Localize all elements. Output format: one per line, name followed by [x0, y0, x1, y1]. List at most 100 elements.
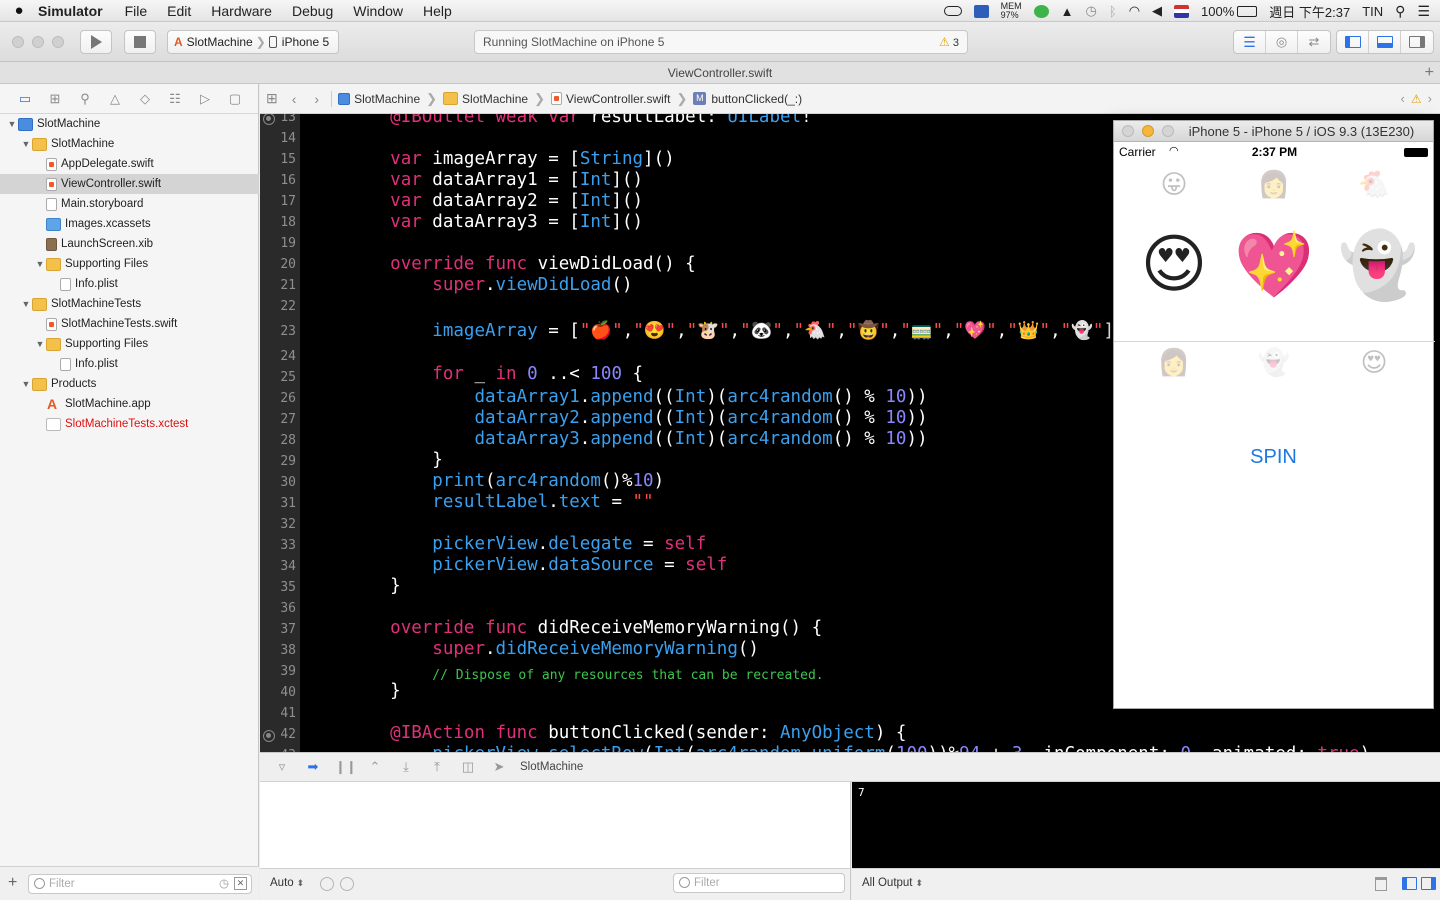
- new-tab-button[interactable]: +: [1425, 62, 1434, 84]
- volume-icon[interactable]: ◀: [1152, 3, 1162, 19]
- line-icon[interactable]: [1033, 4, 1049, 18]
- variables-view[interactable]: [260, 782, 851, 868]
- next-issue-icon[interactable]: ›: [1428, 91, 1432, 106]
- issue-navigator-icon[interactable]: △: [100, 91, 130, 107]
- picker-row-emoji[interactable]: 👩: [1136, 348, 1212, 378]
- toggle-navigator-button[interactable]: [1337, 31, 1369, 53]
- breadcrumb-file[interactable]: ViewController.swift: [550, 92, 670, 106]
- assistant-editor-button[interactable]: ◎: [1266, 31, 1298, 53]
- version-editor-button[interactable]: ⇄: [1298, 31, 1330, 53]
- tree-item[interactable]: ▼ SlotMachine: [0, 114, 259, 134]
- bluetooth-icon[interactable]: ᛒ: [1109, 4, 1117, 19]
- time-machine-icon[interactable]: ◷: [1086, 3, 1097, 19]
- picker-row-emoji[interactable]: 👻: [1236, 348, 1312, 378]
- show-console-pane-icon[interactable]: [1421, 877, 1436, 890]
- breadcrumb-group[interactable]: SlotMachine: [443, 92, 528, 106]
- menu-app-name[interactable]: Simulator: [38, 3, 103, 19]
- picker-selected-emoji[interactable]: 😍: [1124, 228, 1224, 302]
- dictionary-icon[interactable]: [973, 4, 989, 18]
- view-debugger-icon[interactable]: ◫: [459, 759, 477, 775]
- tree-item[interactable]: Info.plist: [0, 354, 259, 374]
- tree-item[interactable]: ▼ Supporting Files: [0, 334, 259, 354]
- disclosure-triangle-icon[interactable]: ▼: [34, 259, 46, 269]
- breakpoint-navigator-icon[interactable]: ▷: [190, 91, 220, 107]
- step-over-icon[interactable]: ⌃: [366, 759, 384, 775]
- disclosure-triangle-icon[interactable]: ▼: [20, 299, 32, 309]
- picker-row-emoji[interactable]: 👩: [1236, 170, 1312, 200]
- toggle-utilities-button[interactable]: [1401, 31, 1433, 53]
- forward-arrow-icon[interactable]: ›: [314, 91, 319, 107]
- memory-indicator[interactable]: MEM 97%: [1001, 2, 1022, 20]
- variables-scope-popup[interactable]: Auto ⬍: [270, 877, 304, 889]
- quick-look-eye-icon[interactable]: [320, 877, 334, 891]
- tree-item[interactable]: Images.xcassets: [0, 214, 259, 234]
- menu-file[interactable]: File: [125, 3, 148, 19]
- clear-console-trash-icon[interactable]: [1375, 877, 1387, 891]
- apple-menu-icon[interactable]: ●: [0, 2, 38, 19]
- tree-item[interactable]: ▼ SlotMachineTests: [0, 294, 259, 314]
- step-out-icon[interactable]: ⤒: [428, 759, 446, 775]
- tree-item[interactable]: ViewController.swift: [0, 174, 259, 194]
- standard-editor-button[interactable]: ☰: [1234, 31, 1266, 53]
- toggle-debug-area-button[interactable]: [1369, 31, 1401, 53]
- tree-item[interactable]: Main.storyboard: [0, 194, 259, 214]
- simulator-minimize-button[interactable]: [1142, 125, 1154, 137]
- menu-help[interactable]: Help: [423, 3, 452, 19]
- warning-indicator[interactable]: ⚠ 3: [939, 35, 959, 49]
- scheme-selector[interactable]: A SlotMachine ❯ iPhone 5: [167, 30, 339, 54]
- spotlight-search-icon[interactable]: ⚲: [1395, 3, 1405, 20]
- tree-item[interactable]: ▼ Supporting Files: [0, 254, 259, 274]
- menu-edit[interactable]: Edit: [167, 3, 191, 19]
- related-items-icon[interactable]: ⊞: [266, 90, 278, 107]
- iphone-screen[interactable]: Carrier ◠ 2:37 PM 😛 👩 🐔 😍 💖 👻 👩 👻 😍 SPIN: [1114, 142, 1435, 708]
- navigator-filter-input[interactable]: Filter ◷ ✕: [28, 874, 252, 894]
- tree-item[interactable]: ▼ Products: [0, 374, 259, 394]
- run-button[interactable]: [80, 30, 112, 54]
- disclosure-triangle-icon[interactable]: ▼: [34, 339, 46, 349]
- show-variables-pane-icon[interactable]: [1402, 877, 1417, 890]
- picker-row-emoji[interactable]: 🐔: [1336, 170, 1412, 200]
- breadcrumb-project[interactable]: SlotMachine: [338, 92, 420, 106]
- menu-clock[interactable]: 週日 下午2:37: [1269, 2, 1350, 21]
- symbol-navigator-icon[interactable]: ⊞: [40, 91, 70, 107]
- variables-filter-input[interactable]: Filter: [673, 873, 845, 893]
- disclosure-triangle-icon[interactable]: ▼: [6, 119, 18, 129]
- picker-selected-emoji[interactable]: 💖: [1224, 228, 1324, 303]
- debug-navigator-icon[interactable]: ☷: [160, 91, 190, 107]
- recent-files-clock-icon[interactable]: ◷: [219, 875, 229, 893]
- tree-item[interactable]: SlotMachineTests.xctest: [0, 414, 259, 434]
- console-output-popup[interactable]: All Output ⬍: [862, 877, 923, 889]
- stop-button[interactable]: [124, 30, 156, 54]
- info-icon[interactable]: [340, 877, 354, 891]
- hide-debug-area-icon[interactable]: ▿: [273, 759, 291, 775]
- window-close-button[interactable]: [12, 36, 24, 48]
- pause-icon[interactable]: ❙❙: [335, 759, 357, 775]
- console-output[interactable]: 7: [852, 782, 1440, 868]
- window-zoom-button[interactable]: [52, 36, 64, 48]
- battery-icon[interactable]: [1237, 5, 1258, 17]
- menu-debug[interactable]: Debug: [292, 3, 333, 19]
- battery-percent[interactable]: 100%: [1201, 4, 1234, 19]
- tree-item[interactable]: SlotMachineTests.swift: [0, 314, 259, 334]
- activity-viewer[interactable]: Running SlotMachine on iPhone 5 ⚠ 3: [474, 30, 968, 54]
- tree-item[interactable]: Info.plist: [0, 274, 259, 294]
- picker-row-emoji[interactable]: 😛: [1136, 170, 1212, 200]
- tree-item[interactable]: LaunchScreen.xib: [0, 234, 259, 254]
- back-arrow-icon[interactable]: ‹: [292, 91, 297, 107]
- breakpoints-toggle-icon[interactable]: ➡: [304, 759, 322, 775]
- warning-icon[interactable]: ⚠: [1411, 92, 1422, 106]
- input-source-flag-icon[interactable]: [1174, 4, 1190, 18]
- outlet-connection-icon[interactable]: [263, 730, 275, 742]
- menu-hardware[interactable]: Hardware: [211, 3, 272, 19]
- notification-icon[interactable]: ▲: [1061, 4, 1074, 19]
- step-into-icon[interactable]: ⤓: [397, 759, 415, 775]
- disclosure-triangle-icon[interactable]: ▼: [20, 139, 32, 149]
- test-navigator-icon[interactable]: ◇: [130, 91, 160, 107]
- source-control-filter-icon[interactable]: ✕: [234, 877, 247, 890]
- window-minimize-button[interactable]: [32, 36, 44, 48]
- add-file-button[interactable]: +: [8, 874, 17, 892]
- toggle-icon[interactable]: [943, 6, 962, 16]
- line-number-gutter[interactable]: 13 14 15 16 17 18 19 20 21 22 23 24 25 26 27 28 29 30 31 32…: [260, 114, 300, 752]
- disclosure-triangle-icon[interactable]: ▼: [20, 379, 32, 389]
- previous-issue-icon[interactable]: ‹: [1401, 91, 1405, 106]
